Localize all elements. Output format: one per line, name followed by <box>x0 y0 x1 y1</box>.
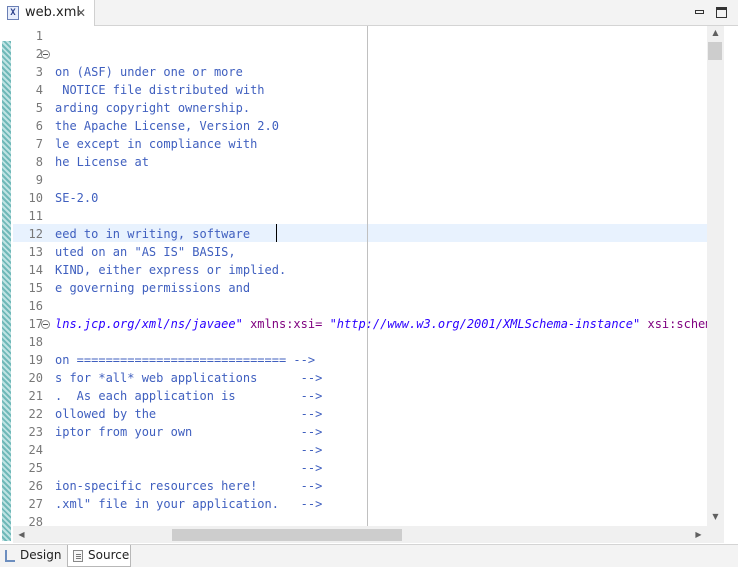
line-number: 27 <box>28 497 43 511</box>
code-area[interactable]: on (ASF) under one or more NOTICE file d… <box>50 26 707 526</box>
vertical-scroll-thumb[interactable] <box>708 42 722 60</box>
line-number: 4 <box>35 83 43 97</box>
code-line: s for *all* web applications --> <box>55 371 323 385</box>
horizontal-scroll-thumb[interactable] <box>172 529 402 541</box>
maximize-icon[interactable] <box>716 7 727 18</box>
tab-design-label: Design <box>20 548 62 562</box>
code-line: he License at <box>55 155 149 169</box>
text-caret <box>276 224 277 242</box>
scroll-right-icon[interactable]: ▶ <box>690 530 707 539</box>
code-line: SE-2.0 <box>55 191 99 205</box>
line-number: 16 <box>28 299 43 313</box>
line-number: 13 <box>28 245 43 259</box>
scroll-up-icon[interactable]: ▲ <box>707 28 724 37</box>
minimize-icon[interactable] <box>694 7 705 18</box>
tab-web-xml[interactable]: X web.xml ✕ <box>0 0 95 26</box>
line-number: 25 <box>28 461 43 475</box>
line-number: 3 <box>35 65 43 79</box>
code-line: uted on an "AS IS" BASIS, <box>55 245 236 259</box>
tab-source[interactable]: Source <box>67 545 131 567</box>
line-number: 23 <box>28 425 43 439</box>
line-number: 9 <box>35 173 43 187</box>
scroll-corner <box>707 526 724 543</box>
line-number: 5 <box>35 101 43 115</box>
line-number: 22 <box>28 407 43 421</box>
line-number: 12 <box>28 227 43 241</box>
line-number: 18 <box>28 335 43 349</box>
editor-tab-bar: X web.xml ✕ <box>0 0 738 26</box>
line-number: 10 <box>28 191 43 205</box>
scroll-left-icon[interactable]: ◀ <box>13 530 30 539</box>
line-number: 11 <box>28 209 43 223</box>
line-number-gutter: 1 2 3 4 5 6 7 8 9 10 11 12 13 14 15 16 17 18 19 20 21 22 23 24 2… <box>13 26 50 529</box>
tab-design[interactable]: Design <box>0 545 66 567</box>
collapse-icon[interactable] <box>41 50 50 59</box>
quick-diff-bar <box>2 41 11 541</box>
tab-title: web.xml <box>25 5 80 20</box>
code-line: lns.jcp.org/xml/ns/javaee" xmlns:xsi= "h… <box>55 315 707 333</box>
code-line: NOTICE file distributed with <box>55 83 265 97</box>
line-number: 8 <box>35 155 43 169</box>
line-number: 1 <box>35 29 43 43</box>
tab-source-label: Source <box>88 548 130 562</box>
code-line: . As each application is --> <box>55 389 323 403</box>
code-line: ollowed by the --> <box>55 407 323 421</box>
code-line: .xml" file in your application. --> <box>55 497 323 511</box>
line-number: 7 <box>35 137 43 151</box>
collapse-icon[interactable] <box>41 320 50 329</box>
code-line: eed to in writing, software <box>55 227 251 241</box>
line-number: 20 <box>28 371 43 385</box>
code-line: on ============================= --> <box>55 353 316 367</box>
code-line: the Apache License, Version 2.0 <box>55 119 279 133</box>
code-line: ion-specific resources here! --> <box>55 479 323 493</box>
code-line: --> <box>55 461 323 475</box>
attribute-name: xsi:schemaLoc <box>647 317 707 331</box>
vertical-scrollbar[interactable]: ▲ ▼ <box>707 26 724 526</box>
line-number: 26 <box>28 479 43 493</box>
xml-file-icon: X <box>7 6 19 20</box>
line-number: 24 <box>28 443 43 457</box>
line-number: 14 <box>28 263 43 277</box>
code-line: iptor from your own --> <box>55 425 323 439</box>
code-line: arding copyright ownership. <box>55 101 251 115</box>
print-margin <box>367 26 368 526</box>
line-number: 6 <box>35 119 43 133</box>
line-number: 17 <box>28 317 43 331</box>
attribute-name: xmlns:xsi= <box>250 317 323 331</box>
source-editor[interactable]: 1 2 3 4 5 6 7 8 9 10 11 12 13 14 15 16 17 18 19 20 21 22 23 24 2… <box>0 26 738 544</box>
code-line: KIND, either express or implied. <box>55 263 287 277</box>
line-number: 21 <box>28 389 43 403</box>
design-icon <box>5 550 15 562</box>
editor-mode-tabs: Design Source <box>0 544 738 567</box>
code-line: --> <box>55 443 323 457</box>
horizontal-scrollbar[interactable]: ◀ ▶ <box>13 526 707 543</box>
change-ruler <box>0 26 13 544</box>
code-line: on (ASF) under one or more <box>55 65 243 79</box>
close-icon[interactable]: ✕ <box>76 6 86 20</box>
code-line: le except in compliance with <box>55 137 258 151</box>
line-number: 2 <box>35 47 43 61</box>
code-line: e governing permissions and <box>55 281 251 295</box>
attribute-value: lns.jcp.org/xml/ns/javaee" <box>55 317 243 331</box>
source-page-icon <box>73 550 83 562</box>
line-number: 19 <box>28 353 43 367</box>
line-number: 15 <box>28 281 43 295</box>
attribute-value: "http://www.w3.org/2001/XMLSchema-instan… <box>329 317 641 331</box>
scroll-down-icon[interactable]: ▼ <box>707 512 724 521</box>
